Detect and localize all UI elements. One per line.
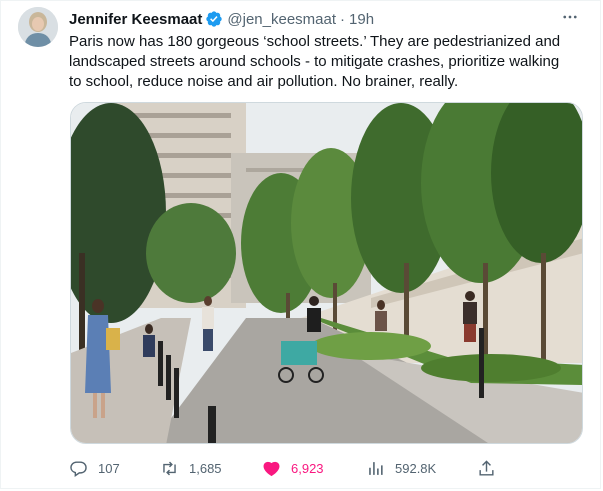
views-count: 592.8K <box>395 460 437 476</box>
avatar-image <box>18 7 58 47</box>
tweet-actions: 107 1,685 6,923 592.8K <box>69 456 499 480</box>
more-horizontal-icon <box>563 15 577 19</box>
like-count: 6,923 <box>291 460 324 476</box>
avatar[interactable] <box>18 7 58 47</box>
retweet-icon <box>163 461 176 475</box>
author-handle[interactable]: @jen_keesmaat <box>227 11 336 28</box>
school-street-photo <box>71 103 582 443</box>
views-button[interactable]: 592.8K <box>366 456 436 480</box>
separator-dot: · <box>340 10 346 28</box>
reply-count: 107 <box>98 460 120 476</box>
verified-badge-icon <box>205 10 223 28</box>
reply-button[interactable]: 107 <box>69 456 120 480</box>
share-button[interactable] <box>477 456 496 480</box>
retweet-button[interactable]: 1,685 <box>160 456 222 480</box>
reply-icon <box>70 460 87 477</box>
more-options-button[interactable] <box>560 7 580 27</box>
tweet-text: Paris now has 180 gorgeous ‘school stree… <box>69 33 561 90</box>
author-name[interactable]: Jennifer Keesmaat <box>69 11 202 28</box>
retweet-count: 1,685 <box>189 460 222 476</box>
timestamp[interactable]: 19h <box>349 11 374 28</box>
views-icon <box>369 461 383 475</box>
heart-icon <box>263 461 280 476</box>
like-button[interactable]: 6,923 <box>262 456 324 480</box>
tweet-header: Jennifer Keesmaat @jen_keesmaat · 19h <box>69 9 374 29</box>
tweet-photo[interactable] <box>70 102 583 444</box>
tweet-card: Jennifer Keesmaat @jen_keesmaat · 19h Pa… <box>0 0 601 489</box>
share-icon <box>479 459 494 476</box>
